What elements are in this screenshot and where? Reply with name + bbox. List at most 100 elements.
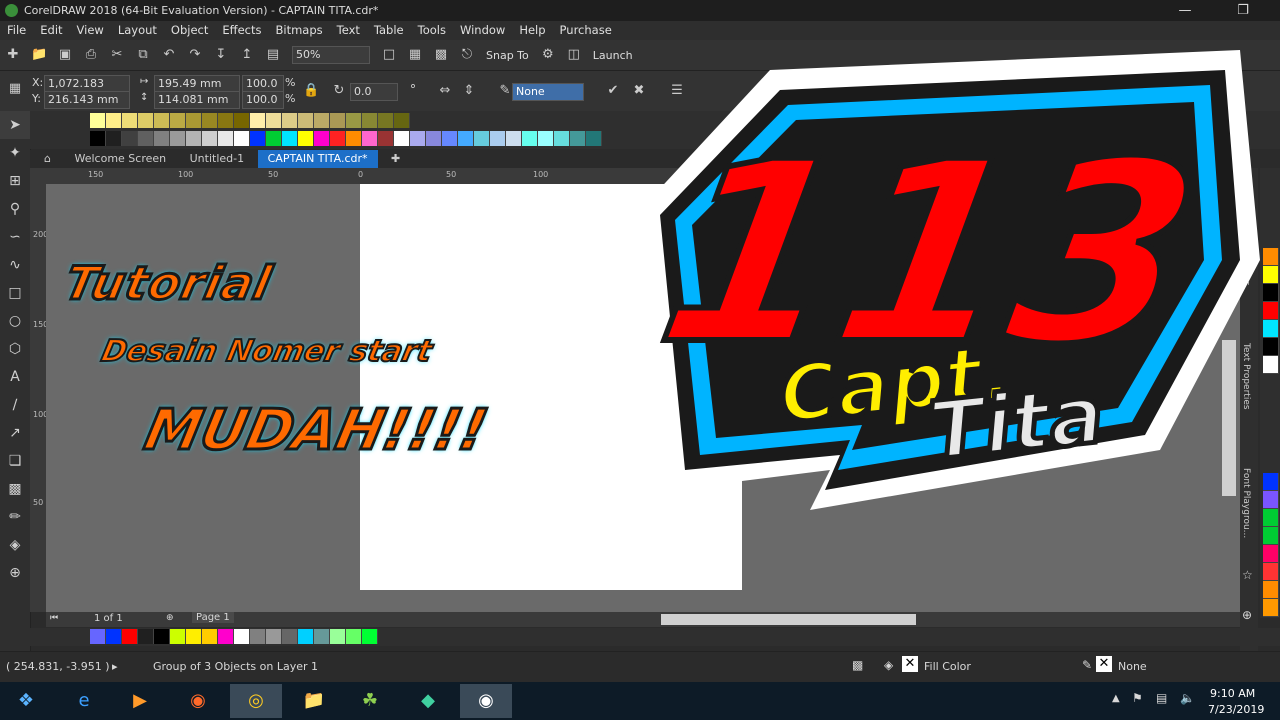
color-swatch[interactable]: [330, 629, 346, 644]
freehand-tool-icon[interactable]: ∽: [0, 223, 30, 251]
color-swatch[interactable]: [186, 629, 202, 644]
new-tab-icon[interactable]: ✚: [381, 150, 410, 168]
menu-table[interactable]: Table: [374, 21, 404, 40]
color-swatch[interactable]: [330, 113, 346, 128]
coreldraw-taskbar-icon[interactable]: ◉: [460, 684, 512, 718]
color-swatch[interactable]: [138, 629, 154, 644]
reference-point-icon[interactable]: ▦: [7, 81, 23, 97]
menu-edit[interactable]: Edit: [40, 21, 62, 40]
snap-to-button[interactable]: Snap To: [486, 49, 529, 62]
import-icon[interactable]: ↧: [213, 47, 229, 63]
color-swatch[interactable]: [90, 629, 106, 644]
menu-bitmaps[interactable]: Bitmaps: [275, 21, 322, 40]
save-icon[interactable]: ▣: [57, 47, 73, 63]
polygon-tool-icon[interactable]: ⬡: [0, 335, 30, 363]
color-swatch[interactable]: [1263, 545, 1279, 563]
copy-icon[interactable]: ⧉: [135, 47, 151, 63]
menu-help[interactable]: Help: [519, 21, 545, 40]
color-swatch[interactable]: [154, 131, 170, 146]
color-swatch[interactable]: [202, 131, 218, 146]
mirror-horizontal-icon[interactable]: ⇔: [437, 83, 453, 99]
color-swatch[interactable]: [362, 629, 378, 644]
home-icon[interactable]: ⌂: [34, 150, 61, 168]
color-swatch[interactable]: [250, 629, 266, 644]
rectangle-tool-icon[interactable]: □: [0, 279, 30, 307]
first-page-icon[interactable]: ⏮: [50, 613, 58, 623]
color-swatch[interactable]: [298, 113, 314, 128]
color-swatch[interactable]: [170, 131, 186, 146]
color-swatch[interactable]: [1263, 581, 1279, 599]
dimension-tool-icon[interactable]: ∕: [0, 391, 30, 419]
rotate-icon[interactable]: ↻: [331, 83, 347, 99]
color-swatch[interactable]: [106, 629, 122, 644]
color-swatch[interactable]: [314, 131, 330, 146]
tab-untitled-1[interactable]: Untitled-1: [180, 150, 254, 168]
color-swatch[interactable]: [394, 131, 410, 146]
vertical-scrollbar[interactable]: [1222, 340, 1236, 496]
outline-none-swatch[interactable]: ✕: [1096, 656, 1112, 672]
menu-text[interactable]: Text: [337, 21, 360, 40]
color-swatch[interactable]: [138, 113, 154, 128]
color-swatch[interactable]: [154, 113, 170, 128]
shape-tool-icon[interactable]: ✦: [0, 139, 30, 167]
export-icon[interactable]: ↥: [239, 47, 255, 63]
color-swatch[interactable]: [234, 629, 250, 644]
logo-artwork[interactable]: 113 Capt. Tita: [600, 30, 1280, 530]
color-swatch[interactable]: [314, 113, 330, 128]
snap-icon[interactable]: ⎋: [459, 47, 475, 63]
color-swatch[interactable]: [570, 131, 586, 146]
color-swatch[interactable]: [170, 629, 186, 644]
color-swatch[interactable]: [362, 131, 378, 146]
color-swatch[interactable]: [90, 131, 106, 146]
crop-tool-icon[interactable]: ⊞: [0, 167, 30, 195]
color-swatch[interactable]: [282, 629, 298, 644]
new-document-icon[interactable]: ✚: [5, 47, 21, 63]
print-icon[interactable]: ⎙: [83, 47, 99, 63]
color-swatch[interactable]: [138, 131, 154, 146]
grid-icon[interactable]: ▩: [433, 47, 449, 63]
artistic-media-icon[interactable]: ∿: [0, 251, 30, 279]
color-swatch[interactable]: [250, 113, 266, 128]
color-swatch[interactable]: [298, 629, 314, 644]
eyedropper-tool-icon[interactable]: ✏: [0, 503, 30, 531]
color-swatch[interactable]: [218, 131, 234, 146]
mirror-vertical-icon[interactable]: ⇕: [461, 83, 477, 99]
color-swatch[interactable]: [266, 131, 282, 146]
pdf-icon[interactable]: ▤: [265, 47, 281, 63]
start-button-icon[interactable]: ❖: [0, 684, 52, 718]
zoom-select[interactable]: 50%: [292, 46, 370, 64]
scale-height-field[interactable]: 100.0: [242, 91, 284, 109]
gear-icon[interactable]: ⚙: [540, 47, 556, 63]
star-icon[interactable]: ☆: [1242, 568, 1253, 582]
color-swatch[interactable]: [218, 629, 234, 644]
color-swatch[interactable]: [122, 629, 138, 644]
minimize-button[interactable]: —: [1170, 0, 1200, 21]
color-swatch[interactable]: [442, 131, 458, 146]
ellipse-tool-icon[interactable]: ○: [0, 307, 30, 335]
color-swatch[interactable]: [282, 113, 298, 128]
media-player-icon[interactable]: ▶: [114, 684, 166, 718]
pick-tool-icon[interactable]: ➤: [0, 111, 30, 139]
tray-arrow-icon[interactable]: ▲: [1112, 693, 1120, 704]
add-docker-icon[interactable]: ⊕: [1242, 608, 1252, 622]
rulers-icon[interactable]: ▦: [407, 47, 423, 63]
cut-icon[interactable]: ✂: [109, 47, 125, 63]
color-swatch[interactable]: [154, 629, 170, 644]
color-swatch[interactable]: [234, 113, 250, 128]
menu-tools[interactable]: Tools: [418, 21, 446, 40]
zoom-tool-icon[interactable]: ⚲: [0, 195, 30, 223]
menu-window[interactable]: Window: [460, 21, 505, 40]
menu-object[interactable]: Object: [171, 21, 208, 40]
menu-effects[interactable]: Effects: [222, 21, 261, 40]
color-swatch[interactable]: [458, 131, 474, 146]
open-folder-icon[interactable]: 📁: [31, 47, 47, 63]
page-tab[interactable]: Page 1: [192, 612, 234, 623]
corel-capture-icon[interactable]: ☘: [344, 684, 396, 718]
color-swatch[interactable]: [1263, 599, 1279, 617]
launch-icon[interactable]: ◫: [566, 47, 582, 63]
artwork-line-2[interactable]: Desain Nomer start: [97, 333, 436, 370]
color-swatch[interactable]: [250, 131, 266, 146]
fill-tool-icon[interactable]: ◈: [0, 531, 30, 559]
transparency-tool-icon[interactable]: ▩: [0, 475, 30, 503]
color-swatch[interactable]: [90, 113, 106, 128]
